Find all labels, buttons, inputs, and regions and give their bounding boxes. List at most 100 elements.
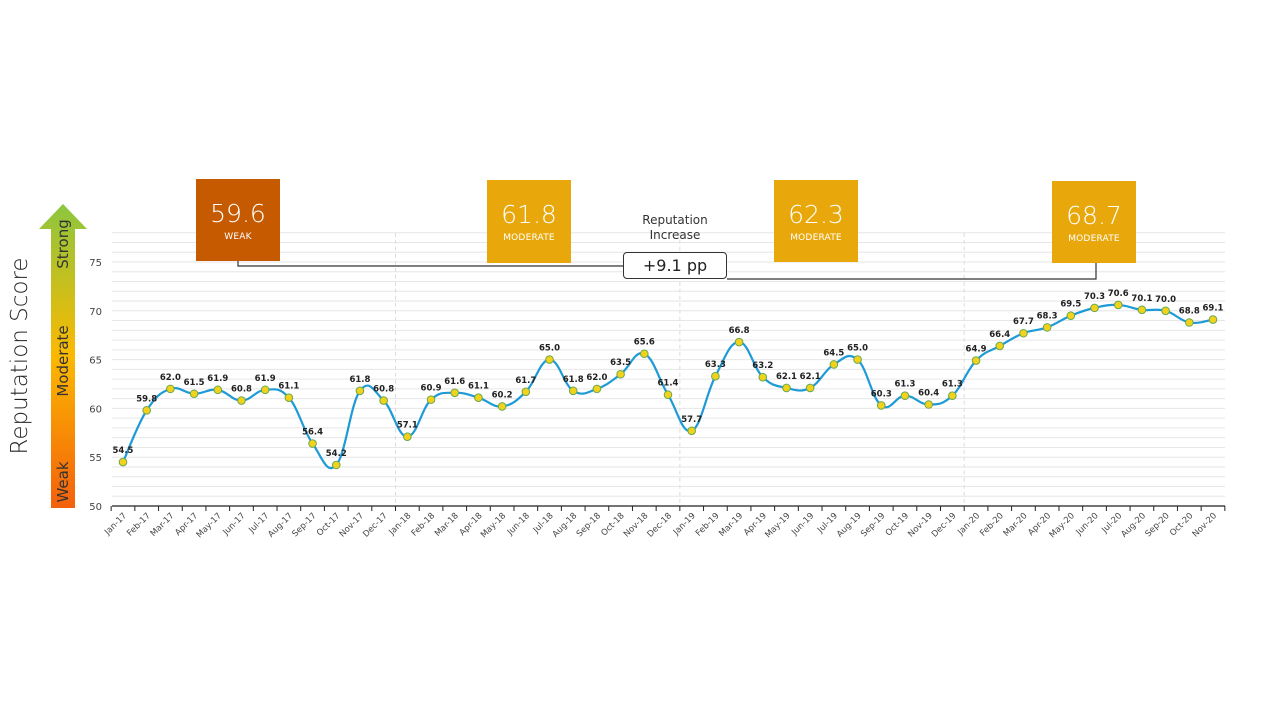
data-label: 61.3: [894, 380, 915, 390]
x-tick-label: Jan-20: [955, 511, 982, 538]
x-tick-label: Nov-19: [906, 511, 934, 539]
data-label: 66.8: [729, 326, 750, 336]
data-label: 61.8: [349, 375, 370, 385]
data-label: 60.9: [421, 384, 442, 394]
data-labels: 54.559.862.0 61.5 61.960.861.961.156.454.2…: [113, 289, 1224, 459]
data-label: 68.3: [1037, 311, 1058, 321]
data-point: [829, 360, 839, 369]
data-label: 62.1: [800, 372, 821, 382]
x-tick-label: Mar-20: [1002, 511, 1030, 539]
data-label: 63.5: [610, 358, 631, 368]
data-label: 60.2: [492, 390, 513, 400]
data-label: 62.0: [160, 373, 181, 383]
data-label: 60.3: [871, 389, 892, 399]
data-point: [166, 384, 175, 394]
x-tick-label: Dec-18: [646, 511, 675, 540]
x-tick-label: Aug-17: [266, 511, 295, 540]
x-tick-label: May-18: [479, 511, 508, 540]
data-label: 60.8: [373, 385, 394, 395]
data-point: [1161, 306, 1170, 316]
data-point: [142, 406, 151, 415]
x-tick-label: Nov-20: [1191, 511, 1219, 539]
y-axis-title: Reputation Score: [7, 257, 33, 455]
kpi-2019: 62.3 MODERATE: [774, 180, 858, 262]
kpi-2018-value: 61.8: [501, 200, 557, 229]
x-tick-label: May-17: [195, 511, 224, 540]
data-label: 57.7: [681, 415, 702, 425]
data-label: 67.7: [1013, 317, 1034, 327]
scale-label-weak: Weak: [54, 461, 72, 503]
data-label: 61.5: [184, 378, 205, 388]
data-label: 61.8: [563, 375, 584, 385]
data-point: [497, 402, 507, 411]
data-label: 70.1: [1131, 294, 1152, 304]
data-label: 59.8: [136, 394, 157, 404]
data-point: [1042, 323, 1052, 332]
data-label: 70.6: [1108, 289, 1129, 299]
x-tick-label: Sep-19: [859, 511, 887, 539]
data-point: [308, 439, 317, 448]
y-tick-label: 65: [89, 356, 102, 367]
data-point: [355, 386, 365, 396]
data-label: 70.3: [1084, 292, 1105, 302]
x-tick-label: Dec-19: [930, 511, 959, 540]
x-tick-label: Nov-18: [622, 511, 650, 539]
x-tick-label: Jan-17: [102, 511, 129, 538]
x-tick-label: May-19: [763, 511, 792, 540]
data-point: [592, 384, 602, 394]
data-point: [284, 393, 294, 402]
data-point: [568, 386, 578, 396]
data-label: 61.9: [207, 374, 228, 384]
x-tick-label: Sep-20: [1144, 511, 1172, 539]
data-point: [948, 391, 957, 401]
data-label: 65.0: [539, 344, 560, 354]
data-point: [924, 400, 933, 409]
data-point: [213, 385, 223, 395]
x-tick-label: Sep-18: [575, 511, 603, 539]
data-point: [450, 388, 460, 398]
data-label: 60.8: [231, 385, 252, 395]
increase-title-line2: Increase: [649, 228, 701, 242]
data-point: [876, 401, 886, 410]
data-label: 65.6: [634, 338, 655, 348]
y-tick-label: 60: [89, 404, 102, 415]
data-label: 61.1: [468, 382, 489, 392]
data-label: 54.2: [326, 449, 347, 459]
data-label: 61.4: [658, 379, 679, 389]
x-tick-label: Jun-20: [1074, 511, 1101, 538]
data-point: [782, 383, 791, 393]
kpi-2020-value: 68.7: [1066, 201, 1122, 230]
data-label: 63.3: [705, 360, 726, 370]
x-tick-label: Jan-18: [387, 511, 414, 538]
kpi-2017: 59.6 WEAK: [196, 179, 280, 261]
y-axis-ticks: 50 55 60 65 70 75: [89, 258, 102, 513]
x-tick-label: Jun-19: [789, 511, 816, 538]
data-point: [1185, 318, 1194, 327]
data-point: [260, 385, 270, 395]
x-axis: Jan-17Feb-17Mar-17Apr-17May-17Jun-17 Jul-…: [102, 505, 1226, 540]
data-point: [734, 337, 744, 347]
data-label: 68.8: [1179, 307, 1200, 317]
x-tick-label: Aug-18: [551, 511, 580, 540]
data-point: [118, 457, 128, 467]
data-label: 62.1: [776, 372, 797, 382]
data-point: [995, 341, 1005, 351]
y-tick-label: 50: [89, 502, 102, 513]
x-tick-label: Sep-17: [290, 511, 318, 539]
data-label: 61.6: [444, 377, 465, 387]
x-tick-label: Aug-19: [835, 511, 864, 540]
data-point: [711, 371, 720, 381]
data-point: [853, 355, 862, 364]
data-point: [545, 355, 554, 364]
data-point: [1066, 311, 1076, 320]
x-tick-label: Feb-20: [978, 511, 1006, 539]
x-tick-label: Mar-17: [149, 511, 177, 539]
data-label: 64.5: [823, 348, 844, 358]
data-point: [1019, 328, 1028, 338]
data-point: [331, 460, 341, 470]
kpi-2020-rating: MODERATE: [1068, 234, 1120, 244]
data-point: [426, 395, 436, 404]
y-tick-label: 75: [89, 258, 102, 269]
data-point: [379, 396, 388, 405]
data-point: [521, 387, 531, 397]
